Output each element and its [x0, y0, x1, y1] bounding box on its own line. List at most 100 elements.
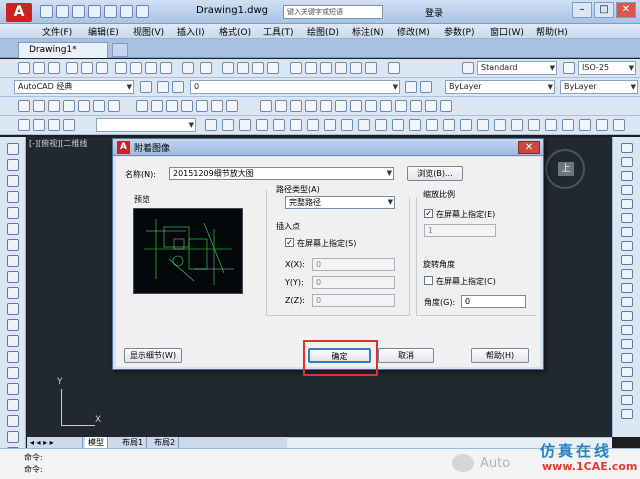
move-icon[interactable]	[621, 213, 633, 223]
region-icon[interactable]	[7, 399, 19, 411]
properties-icon[interactable]	[290, 62, 302, 74]
new-icon[interactable]	[18, 62, 30, 74]
view-icon-1[interactable]	[18, 100, 30, 112]
view-icon-6[interactable]	[93, 100, 105, 112]
new-tab-button[interactable]	[112, 43, 128, 57]
tab-model[interactable]: 模型	[85, 437, 108, 448]
circle-icon[interactable]	[7, 239, 19, 251]
spline-icon[interactable]	[7, 271, 19, 283]
modeling-icon-15[interactable]	[443, 119, 455, 131]
hatch-icon[interactable]	[7, 367, 19, 379]
copy-object-icon[interactable]	[621, 157, 633, 167]
ucs-icon-2[interactable]	[151, 100, 163, 112]
menu-dimension[interactable]: 标注(N)	[352, 25, 384, 38]
layer-state-icon[interactable]	[172, 81, 184, 93]
y-input[interactable]: 0	[312, 276, 395, 289]
stretch-icon[interactable]	[621, 255, 633, 265]
render-icon-2[interactable]	[275, 100, 287, 112]
rotation-onscreen-checkbox[interactable]	[424, 276, 433, 285]
tab-drawing1[interactable]: Drawing1*	[18, 42, 108, 58]
modeling-icon-5[interactable]	[273, 119, 285, 131]
redo-icon[interactable]	[200, 62, 212, 74]
tab-layout1[interactable]: 布局1	[119, 437, 148, 448]
modeling-icon-22[interactable]	[562, 119, 574, 131]
explode-icon[interactable]	[621, 381, 633, 391]
modeling-icon-24[interactable]	[596, 119, 608, 131]
help-button[interactable]: 帮助(H)	[471, 348, 529, 363]
copy-icon[interactable]	[130, 62, 142, 74]
workspace-settings-icon[interactable]	[140, 81, 152, 93]
ellipse-arc-icon[interactable]	[7, 303, 19, 315]
gradient-icon[interactable]	[7, 383, 19, 395]
join-icon[interactable]	[621, 325, 633, 335]
quickcalc-icon[interactable]	[365, 62, 377, 74]
render-icon-11[interactable]	[410, 100, 422, 112]
trim-icon[interactable]	[621, 269, 633, 279]
dialog-close-button[interactable]: ✕	[518, 141, 540, 154]
extend-icon[interactable]	[621, 283, 633, 293]
design-center-icon[interactable]	[305, 62, 317, 74]
zoom-previous-icon[interactable]	[267, 62, 279, 74]
plot-preview-icon[interactable]	[81, 62, 93, 74]
viewcube[interactable]: 上	[545, 149, 585, 189]
polyline-icon[interactable]	[7, 175, 19, 187]
text-style-select[interactable]: Standard ▼	[477, 61, 557, 75]
open-file-icon[interactable]	[56, 5, 69, 18]
offset-icon[interactable]	[621, 185, 633, 195]
menu-file[interactable]: 文件(F)	[42, 25, 72, 38]
chamfer-icon[interactable]	[621, 339, 633, 349]
line-icon[interactable]	[7, 143, 19, 155]
make-block-icon[interactable]	[7, 335, 19, 347]
render-icon-4[interactable]	[305, 100, 317, 112]
modeling-icon-13[interactable]	[409, 119, 421, 131]
dialog-title-bar[interactable]: A 附着图像 ✕	[113, 139, 543, 156]
viewport-controls-label[interactable]: [-][俯视][二维线	[29, 138, 88, 149]
table-icon[interactable]	[7, 415, 19, 427]
modeling-icon-4[interactable]	[256, 119, 268, 131]
modeling-icon-20[interactable]	[528, 119, 540, 131]
render-icon-6[interactable]	[335, 100, 347, 112]
blend-curves-icon[interactable]	[621, 367, 633, 377]
print-icon[interactable]	[104, 5, 117, 18]
insert-block-icon[interactable]	[7, 319, 19, 331]
save-icon[interactable]	[72, 5, 85, 18]
modeling-icon-1[interactable]	[205, 119, 217, 131]
autocad-logo-icon[interactable]: A	[6, 3, 32, 22]
render-icon-1[interactable]	[260, 100, 272, 112]
menu-edit[interactable]: 编辑(E)	[88, 25, 119, 38]
modeling-icon-10[interactable]	[358, 119, 370, 131]
modify-icon-19[interactable]	[621, 395, 633, 405]
layer-properties-icon[interactable]	[157, 81, 169, 93]
menu-tools[interactable]: 工具(T)	[263, 25, 294, 38]
z-input[interactable]: 0	[312, 294, 395, 307]
match-properties-icon[interactable]	[160, 62, 172, 74]
angle-input[interactable]: 0	[461, 295, 526, 308]
paste-icon[interactable]	[145, 62, 157, 74]
text-style-icon[interactable]	[462, 62, 474, 74]
dim-aligned-icon[interactable]	[33, 119, 45, 131]
search-input[interactable]: 键入关键字或短语	[283, 5, 383, 19]
scale-icon[interactable]	[621, 241, 633, 251]
menu-view[interactable]: 视图(V)	[133, 25, 164, 38]
dim-ordinate-icon[interactable]	[63, 119, 75, 131]
modeling-icon-9[interactable]	[341, 119, 353, 131]
modeling-icon-11[interactable]	[375, 119, 387, 131]
view-icon-5[interactable]	[78, 100, 90, 112]
menu-modify[interactable]: 修改(M)	[397, 25, 430, 38]
break-at-point-icon[interactable]	[621, 297, 633, 307]
view-icon-2[interactable]	[33, 100, 45, 112]
minimize-button[interactable]: –	[572, 2, 592, 18]
modify-icon-20[interactable]	[621, 409, 633, 419]
mirror-icon[interactable]	[621, 171, 633, 181]
ucs-icon-5[interactable]	[196, 100, 208, 112]
viewcube-top-face[interactable]: 上	[558, 162, 574, 176]
menu-parametric[interactable]: 参数(P)	[444, 25, 474, 38]
render-icon-8[interactable]	[365, 100, 377, 112]
help-icon[interactable]	[388, 62, 400, 74]
view-icon-7[interactable]	[108, 100, 120, 112]
revision-cloud-icon[interactable]	[7, 255, 19, 267]
erase-icon[interactable]	[621, 143, 633, 153]
pan-icon[interactable]	[222, 62, 234, 74]
ucs-icon-7[interactable]	[226, 100, 238, 112]
arc-icon[interactable]	[7, 223, 19, 235]
